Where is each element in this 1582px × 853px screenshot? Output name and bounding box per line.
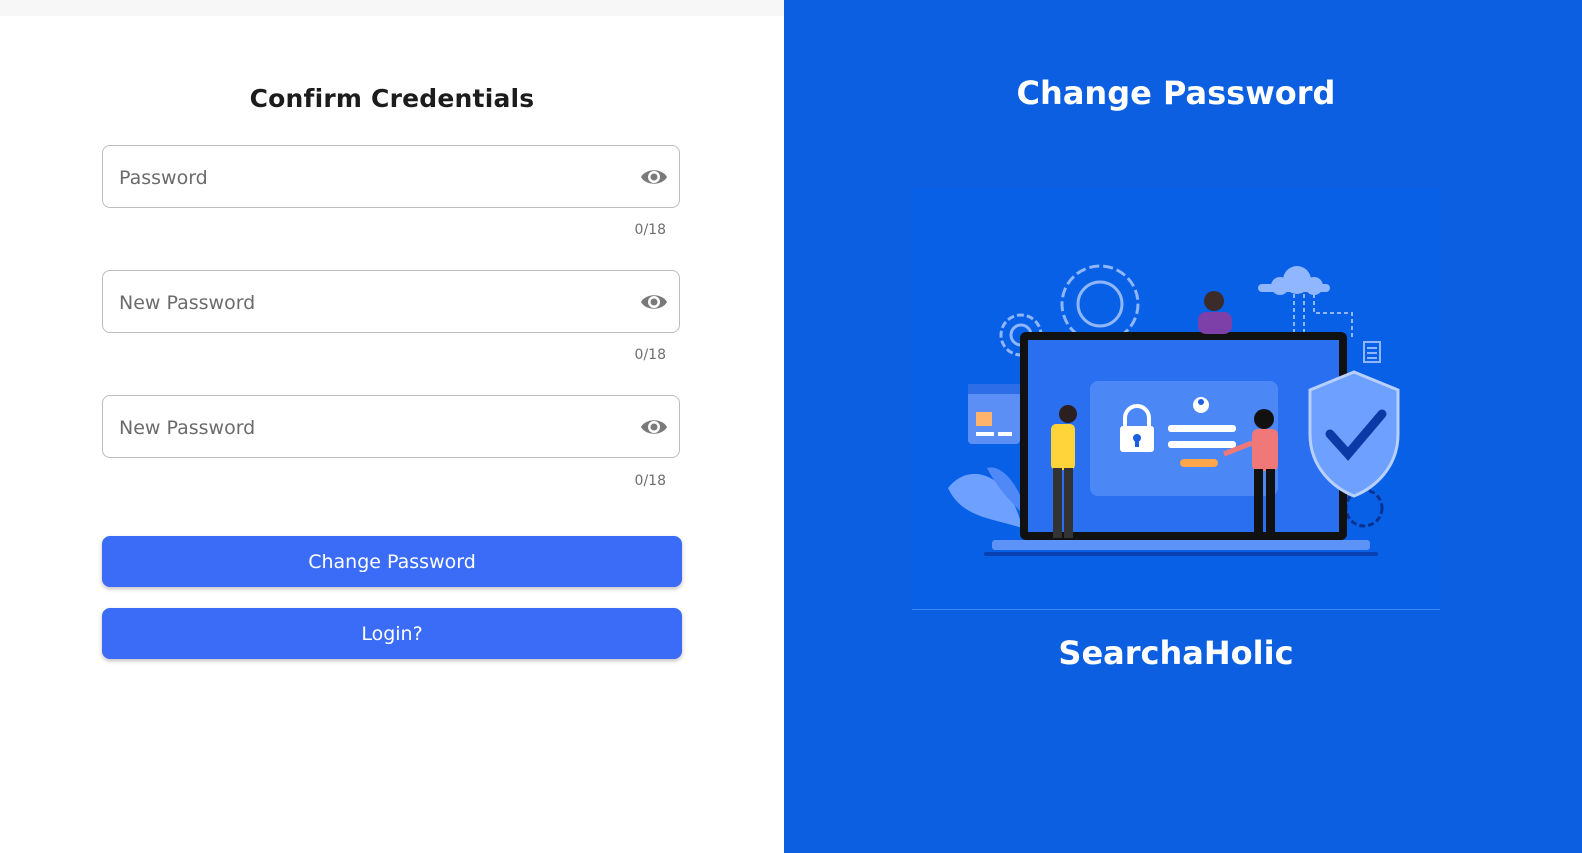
new-password-field (102, 270, 680, 334)
current-password-field (102, 145, 680, 209)
info-panel: Change Password SearchaHolic (784, 0, 1582, 853)
new-password-input[interactable] (117, 271, 641, 334)
divider (912, 609, 1440, 610)
credentials-panel: Confirm Credentials 0/18 0/18 0/18 Chang… (0, 0, 784, 853)
confirm-new-password-field (102, 395, 680, 459)
change-password-button[interactable]: Change Password (102, 536, 682, 587)
panel-title: Change Password (1016, 74, 1336, 112)
eye-icon[interactable] (639, 413, 669, 441)
char-counter: 0/18 (634, 347, 666, 363)
top-strip (0, 0, 784, 16)
char-counter: 0/18 (634, 222, 666, 238)
browser-card (968, 384, 1020, 444)
security-illustration (912, 188, 1440, 609)
current-password-input[interactable] (117, 146, 641, 209)
login-button[interactable]: Login? (102, 608, 682, 659)
eye-icon[interactable] (639, 163, 669, 191)
document-icon (1363, 341, 1381, 363)
form-title: Confirm Credentials (249, 84, 535, 113)
char-counter: 0/18 (634, 473, 666, 489)
plant-decoration (948, 467, 1027, 528)
person-figure (1198, 291, 1232, 334)
confirm-new-password-input[interactable] (117, 396, 641, 459)
laptop-base (992, 540, 1370, 550)
cloud-icon (1258, 266, 1330, 295)
eye-icon[interactable] (639, 288, 669, 316)
brand-name: SearchaHolic (1058, 634, 1294, 672)
